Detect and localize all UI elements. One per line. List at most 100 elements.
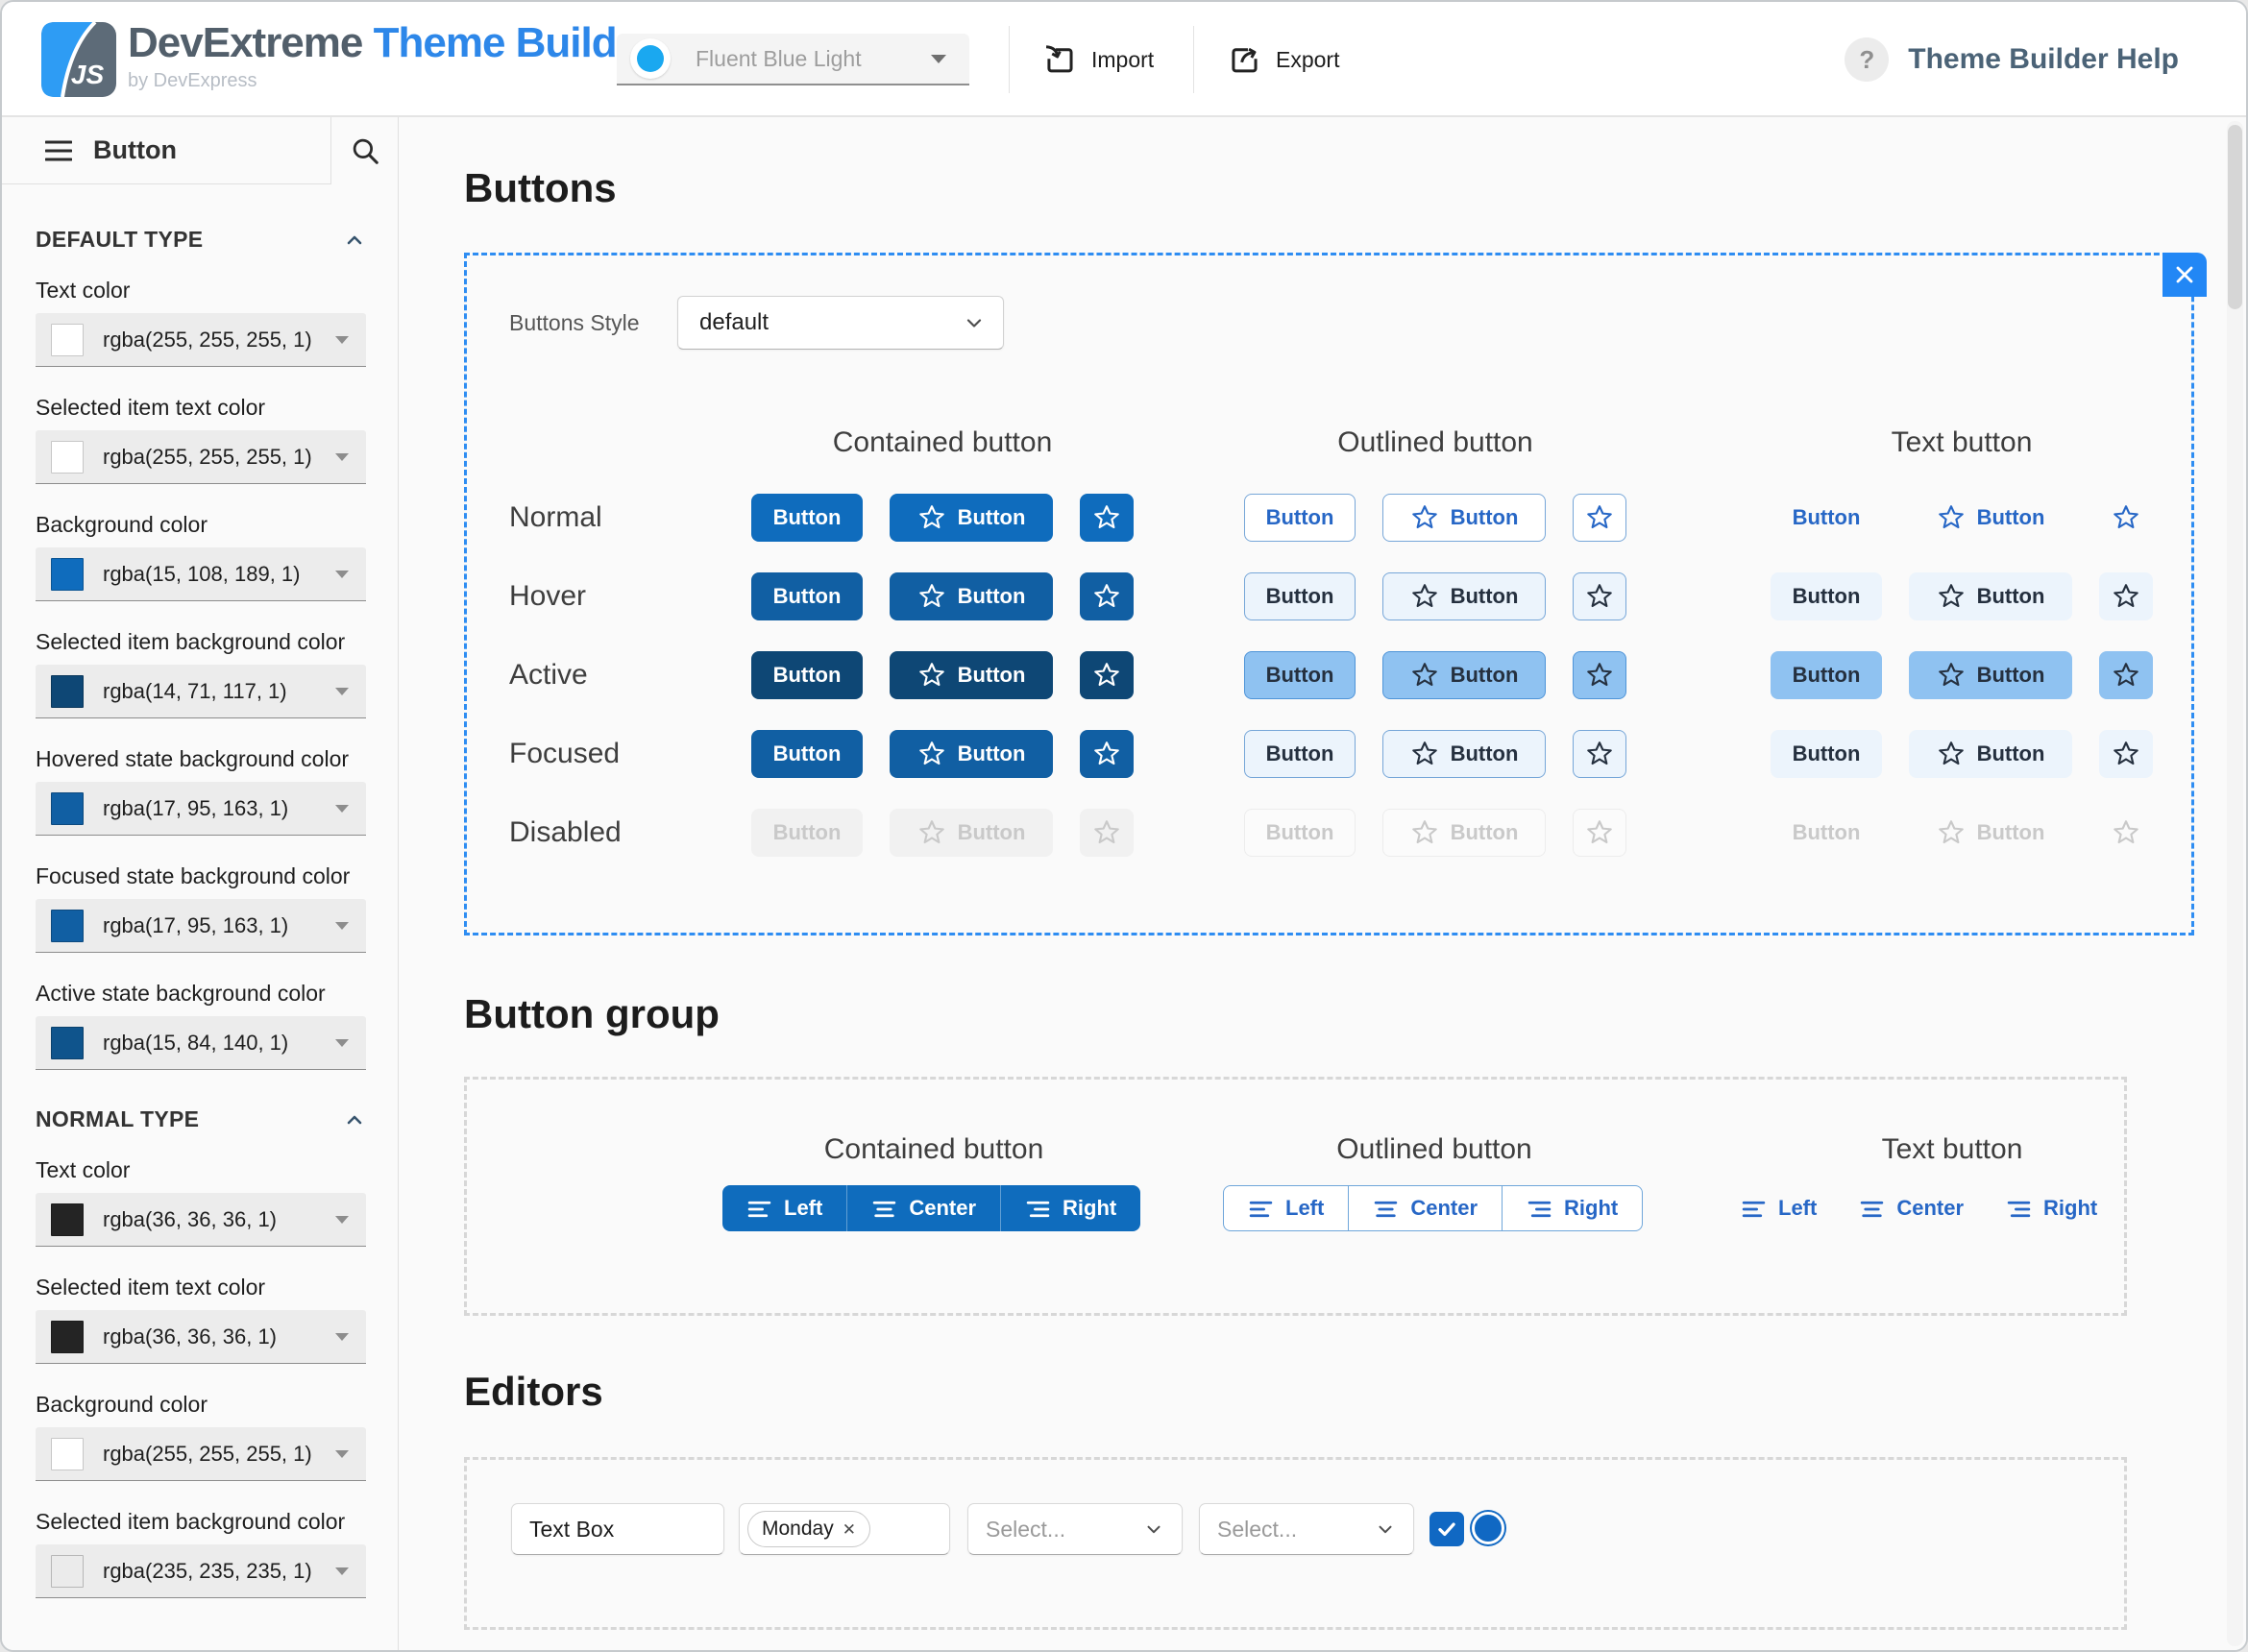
contained-focused-icon-only-button[interactable]	[1080, 730, 1134, 778]
outlined-group-right-button[interactable]: Right	[1502, 1186, 1642, 1230]
textbtn-focused-button[interactable]: Button	[1771, 730, 1882, 778]
setting-text-color: Text color rgba(255, 255, 255, 1)	[36, 278, 366, 367]
tag-box-input[interactable]: Monday ✕	[739, 1503, 950, 1555]
textbtn-focused-star-button[interactable]: Button	[1909, 730, 2072, 778]
radio-button-selected[interactable]	[1472, 1512, 1504, 1544]
outlined-focused-star-button[interactable]: Button	[1382, 730, 1546, 778]
text-group-center-button[interactable]: Center	[1859, 1185, 1964, 1231]
group-column-header-contained-button: Contained button	[823, 1133, 1044, 1165]
section-header-default-type[interactable]: DEFAULT TYPE	[36, 227, 366, 253]
chevron-down-icon	[1147, 1525, 1161, 1534]
color-field-selected-item-text-color[interactable]: rgba(36, 36, 36, 1)	[36, 1310, 366, 1364]
contained-focused-button[interactable]: Button	[751, 730, 863, 778]
import-label: Import	[1091, 46, 1155, 72]
checkbox-checked[interactable]	[1429, 1512, 1464, 1546]
button-label: Button	[1976, 663, 2045, 687]
contained-group-right-button[interactable]: Right	[1000, 1185, 1141, 1231]
textbtn-hover-button[interactable]: Button	[1771, 572, 1882, 620]
button-group-preview-panel[interactable]: Contained button Outlined button Text butt…	[464, 1077, 2127, 1316]
help-icon[interactable]: ?	[1845, 37, 1890, 82]
button-label: Button	[1265, 663, 1334, 687]
textbtn-hover-icon-only-button[interactable]	[2099, 572, 2153, 620]
editors-preview-panel[interactable]: Text Box Monday ✕ Select... Select...	[464, 1457, 2127, 1630]
textbtn-active-star-button[interactable]: Button	[1909, 651, 2072, 699]
outlined-normal-icon-only-button[interactable]	[1573, 494, 1626, 542]
search-button[interactable]	[330, 117, 398, 184]
color-field-background-color[interactable]: rgba(255, 255, 255, 1)	[36, 1427, 366, 1481]
select-box-1[interactable]: Select...	[967, 1503, 1183, 1555]
section-header-normal-type[interactable]: NORMAL TYPE	[36, 1106, 366, 1132]
contained-hover-star-button[interactable]: Button	[890, 572, 1053, 620]
outlined-normal-button[interactable]: Button	[1244, 494, 1356, 542]
color-field-text-color[interactable]: rgba(36, 36, 36, 1)	[36, 1193, 366, 1247]
color-field-selected-item-background-color[interactable]: rgba(235, 235, 235, 1)	[36, 1544, 366, 1598]
contained-active-icon-only-button[interactable]	[1080, 651, 1134, 699]
textbtn-active-icon-only-button[interactable]	[2099, 651, 2153, 699]
buttons-style-select[interactable]: default	[677, 296, 1004, 350]
contained-normal-button[interactable]: Button	[751, 494, 863, 542]
contained-hover-button[interactable]: Button	[751, 572, 863, 620]
setting-label: Background color	[36, 512, 208, 537]
textbtn-normal-button[interactable]: Button	[1771, 494, 1882, 542]
contained-active-button[interactable]: Button	[751, 651, 863, 699]
textbtn-hover-star-button[interactable]: Button	[1909, 572, 2072, 620]
color-field-selected-item-text-color[interactable]: rgba(255, 255, 255, 1)	[36, 430, 366, 484]
textbtn-focused-icon-only-button[interactable]	[2099, 730, 2153, 778]
text-group-left-button[interactable]: Left	[1741, 1185, 1817, 1231]
contained-group-left-button[interactable]: Left	[722, 1185, 847, 1231]
textbtn-normal-star-button[interactable]: Button	[1909, 494, 2072, 542]
outlined-focused-icon-only-button[interactable]	[1573, 730, 1626, 778]
select-placeholder: Select...	[1217, 1516, 1298, 1542]
color-field-active-state-background-color[interactable]: rgba(15, 84, 140, 1)	[36, 1016, 366, 1070]
outlined-active-button[interactable]: Button	[1244, 651, 1356, 699]
buttons-style-value: default	[699, 309, 770, 335]
contained-focused-star-button[interactable]: Button	[890, 730, 1053, 778]
star-icon	[917, 818, 946, 847]
color-field-focused-state-background-color[interactable]: rgba(17, 95, 163, 1)	[36, 899, 366, 953]
outlined-normal-star-button[interactable]: Button	[1382, 494, 1546, 542]
button-label: Button	[1792, 584, 1861, 608]
color-field-selected-item-background-color[interactable]: rgba(14, 71, 117, 1)	[36, 665, 366, 718]
import-button[interactable]: Import	[1041, 2, 1154, 117]
color-swatch	[51, 1320, 84, 1353]
state-label: Disabled	[509, 816, 622, 848]
contained-group-center-button[interactable]: Center	[846, 1185, 1001, 1231]
color-field-text-color[interactable]: rgba(255, 255, 255, 1)	[36, 313, 366, 367]
color-field-background-color[interactable]: rgba(15, 108, 189, 1)	[36, 547, 366, 601]
setting-selected-item-background-color: Selected item background color rgba(235, …	[36, 1509, 366, 1598]
outlined-hover-star-button[interactable]: Button	[1382, 572, 1546, 620]
column-header-text-button: Text button	[1891, 426, 2033, 458]
export-button[interactable]: Export	[1226, 2, 1339, 117]
contained-button-group-holder: Left Center Right	[722, 1185, 1141, 1231]
textbtn-normal-icon-only-button[interactable]	[2099, 494, 2153, 542]
text-group-right-button[interactable]: Right	[2006, 1185, 2097, 1231]
outlined-active-icon-only-button[interactable]	[1573, 651, 1626, 699]
theme-select[interactable]: Fluent Blue Light	[617, 34, 969, 85]
tag-chip-label: Monday	[762, 1518, 834, 1540]
help-link[interactable]: Theme Builder Help	[1908, 43, 2179, 76]
menu-icon[interactable]	[45, 140, 72, 161]
buttons-preview-panel[interactable]: Buttons Style default Contained button Ou…	[464, 253, 2207, 935]
scrollbar-thumb[interactable]	[2228, 125, 2242, 309]
contained-normal-star-button[interactable]: Button	[890, 494, 1053, 542]
color-field-hovered-state-background-color[interactable]: rgba(17, 95, 163, 1)	[36, 782, 366, 836]
select-box-2[interactable]: Select...	[1199, 1503, 1414, 1555]
remove-tag-icon[interactable]: ✕	[843, 1521, 856, 1538]
widget-title: Button	[93, 135, 177, 164]
outlined-hover-cell: Button Button	[1244, 572, 1626, 620]
contained-active-star-button[interactable]: Button	[890, 651, 1053, 699]
textbtn-active-button[interactable]: Button	[1771, 651, 1882, 699]
color-value: rgba(255, 255, 255, 1)	[103, 1441, 312, 1466]
outlined-hover-icon-only-button[interactable]	[1573, 572, 1626, 620]
outlined-hover-button[interactable]: Button	[1244, 572, 1356, 620]
outlined-group-center-button[interactable]: Center	[1348, 1186, 1502, 1230]
button-label: Button	[772, 820, 842, 844]
contained-hover-icon-only-button[interactable]	[1080, 572, 1134, 620]
outlined-active-star-button[interactable]: Button	[1382, 651, 1546, 699]
outlined-focused-button[interactable]: Button	[1244, 730, 1356, 778]
outlined-group-left-button[interactable]: Left	[1224, 1186, 1348, 1230]
textbtn-disabled-icon-only-button	[2099, 809, 2153, 857]
text-box-input[interactable]: Text Box	[511, 1503, 724, 1555]
contained-normal-icon-only-button[interactable]	[1080, 494, 1134, 542]
deselect-widget-button[interactable]	[2162, 253, 2207, 297]
